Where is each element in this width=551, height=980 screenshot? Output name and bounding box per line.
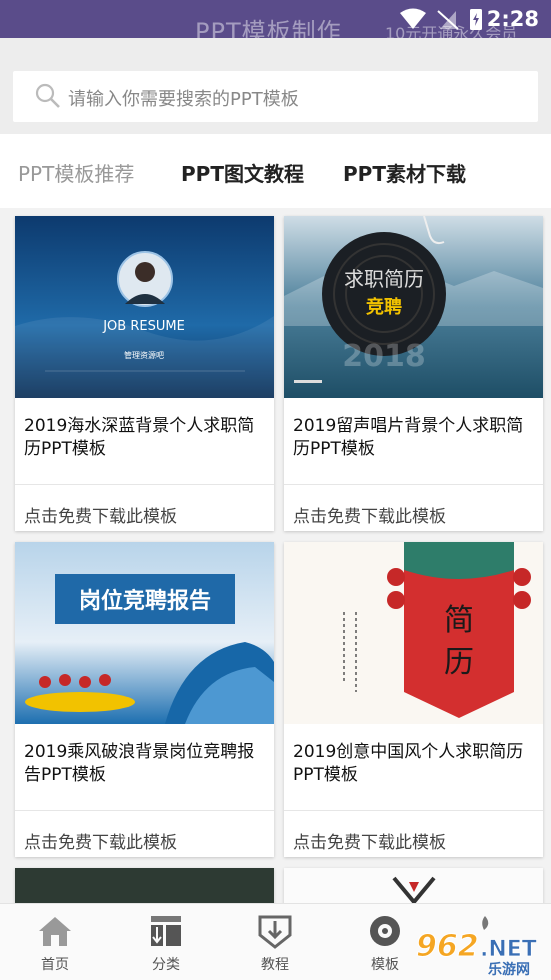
nav-home[interactable]: 首页 [15, 904, 95, 980]
search-area: 请输入你需要搜索的PPT模板 [0, 38, 551, 134]
nav-tutorial-label: 教程 [261, 957, 289, 973]
free-download-link[interactable]: 点击免费下载此模板 [293, 502, 446, 527]
template-title[interactable]: 2019乘风破浪背景岗位竞聘报告PPT模板 [24, 741, 269, 787]
divider [284, 484, 543, 485]
thumb-year: 2018 [342, 339, 426, 374]
bottom-navigation: 首页 分类 教程 模板 962 .NET 乐游网 [0, 903, 551, 980]
nav-home-label: 首页 [41, 957, 69, 973]
svg-text:962: 962 [416, 929, 479, 964]
template-title[interactable]: 2019留声唱片背景个人求职简历PPT模板 [293, 415, 538, 461]
svg-text:.NET: .NET [480, 937, 537, 962]
template-thumbnail[interactable]: 简 历 [284, 542, 543, 724]
nav-tutorial[interactable]: 教程 [235, 904, 315, 980]
template-title[interactable]: 2019海水深蓝背景个人求职简历PPT模板 [24, 415, 269, 461]
tab-tutorial[interactable]: PPT图文教程 [181, 158, 304, 187]
nav-category-label: 分类 [152, 957, 180, 973]
divider [15, 484, 274, 485]
free-download-link[interactable]: 点击免费下载此模板 [24, 828, 177, 853]
template-grid: JOB RESUME 管理资源吧 2019海水深蓝背景个人求职简历PPT模板 点… [0, 208, 551, 903]
template-card-partial[interactable] [15, 868, 274, 903]
svg-text:乐游网: 乐游网 [488, 961, 530, 976]
tab-material-download[interactable]: PPT素材下载 [343, 158, 466, 187]
template-thumbnail[interactable]: JOB RESUME 管理资源吧 [15, 216, 274, 398]
thumb-heading: 岗位竞聘报告 [79, 588, 211, 614]
wifi-icon [400, 8, 426, 29]
template-card-partial[interactable] [284, 868, 543, 903]
thumb-heading: 简 [444, 603, 474, 638]
status-bar: PPT模板制作 10元开通永久会员 2:28 [0, 0, 551, 46]
thumb-heading: JOB RESUME [102, 319, 185, 334]
template-card[interactable]: 岗位竞聘报告 2019乘风破浪背景岗位竞聘报告PPT模板 点击免费下载此模板 [15, 542, 274, 857]
search-icon [35, 83, 60, 108]
thumb-sub: 竞聘 [366, 296, 402, 318]
thumb-sub: 管理资源吧 [124, 350, 164, 360]
category-tabs: PPT模板推荐 PPT图文教程 PPT素材下载 [0, 134, 551, 208]
template-thumbnail[interactable] [15, 868, 274, 903]
search-placeholder: 请输入你需要搜索的PPT模板 [68, 89, 299, 110]
divider [15, 810, 274, 811]
status-icons [400, 8, 482, 30]
tab-template-recommend[interactable]: PPT模板推荐 [18, 158, 134, 187]
template-thumbnail[interactable] [284, 868, 543, 903]
home-icon [39, 917, 71, 946]
template-thumbnail[interactable]: 岗位竞聘报告 [15, 542, 274, 724]
nav-category[interactable]: 分类 [126, 904, 206, 980]
tutorial-icon [258, 915, 292, 949]
template-title[interactable]: 2019创意中国风个人求职简历PPT模板 [293, 741, 538, 787]
template-card[interactable]: 求职简历 竞聘 2018 2019留声唱片背景个人求职简历PPT模板 点击免费下… [284, 216, 543, 531]
thumb-sub: 历 [444, 645, 474, 680]
template-card[interactable]: JOB RESUME 管理资源吧 2019海水深蓝背景个人求职简历PPT模板 点… [15, 216, 274, 531]
thumb-heading: 求职简历 [344, 267, 424, 291]
free-download-link[interactable]: 点击免费下载此模板 [293, 828, 446, 853]
site-watermark-logo: 962 .NET 乐游网 [416, 916, 537, 976]
template-icon [370, 916, 400, 946]
divider [284, 810, 543, 811]
search-input[interactable]: 请输入你需要搜索的PPT模板 [13, 71, 538, 122]
template-card[interactable]: 简 历 2019创意中国风个人求职简历PPT模板 点击免费下载此模板 [284, 542, 543, 857]
category-icon [151, 916, 181, 946]
free-download-link[interactable]: 点击免费下载此模板 [24, 502, 177, 527]
clock: 2:28 [486, 7, 539, 31]
template-thumbnail[interactable]: 求职简历 竞聘 2018 [284, 216, 543, 398]
